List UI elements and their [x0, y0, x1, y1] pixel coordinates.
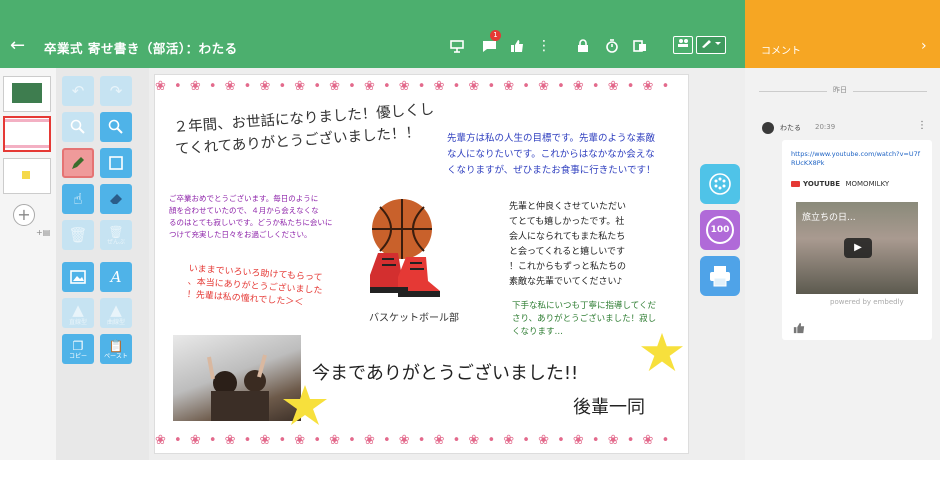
- delete-all-caption: ぜんぶ: [106, 238, 125, 246]
- print-icon[interactable]: [700, 256, 740, 296]
- select-area-icon[interactable]: [100, 148, 132, 178]
- message-3[interactable]: ご卒業おめでとうございます。毎日のように 顔を合わせていたので、４月から会えなく…: [169, 193, 332, 241]
- page-thumbnail-2[interactable]: [3, 116, 51, 152]
- paste-caption: ペースト: [104, 352, 128, 360]
- comment-card: https://www.youtube.com/watch?v=U7fRUcKX…: [782, 140, 932, 340]
- comment-icon[interactable]: 1: [478, 30, 501, 56]
- text-tool-icon[interactable]: A: [100, 262, 132, 292]
- signature[interactable]: 後輩一同: [573, 393, 645, 419]
- template-icon[interactable]: [700, 164, 740, 204]
- floral-border-bottom: ❀ • ❀ • ❀ • ❀ • ❀ • ❀ • ❀ • ❀ • ❀ • ❀ • …: [155, 433, 672, 448]
- comment-date: 昨日: [827, 85, 853, 95]
- floral-border-top: ❀ • ❀ • ❀ • ❀ • ❀ • ❀ • ❀ • ❀ • ❀ • ❀ • …: [155, 79, 672, 94]
- comment-menu-icon[interactable]: ⋮: [917, 120, 927, 131]
- page-thumbnail-3[interactable]: [3, 158, 51, 194]
- basketball-shoes-image[interactable]: [368, 195, 442, 305]
- users-mode-icon[interactable]: [673, 36, 693, 54]
- video-title: 旅立ちの日...: [802, 213, 856, 223]
- message-1[interactable]: ２年間、お世話になりました！優しくし てくれてありがとうございました！！: [173, 99, 436, 161]
- youtube-label: YOUTUBE MOMOMILKY: [791, 180, 889, 188]
- youtube-logo-icon: [791, 181, 800, 187]
- powered-by: powered by embedly: [830, 298, 904, 306]
- tool-palette: ↶ ↷ ☝ 🗑 🗑 ぜんぶ A ▲ 直線型 ▲ 曲線型 ❐ コピー 📋 ペースト: [56, 68, 149, 460]
- comment-header-label: コメント: [761, 46, 801, 57]
- comment-panel-header: コメント ›: [745, 0, 940, 68]
- image-icon[interactable]: [62, 262, 94, 292]
- lock-icon[interactable]: [572, 36, 594, 56]
- video-embed[interactable]: 旅立ちの日... ▶: [796, 202, 918, 294]
- card-title: 卒業式 寄せ書き（部活）：わたる: [44, 41, 238, 56]
- zoom-in-icon[interactable]: [100, 112, 132, 142]
- star-sticker-right[interactable]: [639, 331, 685, 373]
- pen-mode-dropdown[interactable]: [696, 36, 726, 54]
- card-canvas[interactable]: ❀ • ❀ • ❀ • ❀ • ❀ • ❀ • ❀ • ❀ • ❀ • ❀ • …: [154, 74, 689, 454]
- add-page-button[interactable]: +: [13, 204, 35, 226]
- youtube-label-text: YOUTUBE: [803, 180, 841, 188]
- copy-caption: コピー: [68, 352, 87, 360]
- paste-button[interactable]: 📋 ペースト: [100, 334, 132, 364]
- page-thumbnails: + +▤: [0, 68, 56, 460]
- delete-all-button[interactable]: 🗑 ぜんぶ: [100, 220, 132, 250]
- club-caption[interactable]: バスケットボール部: [369, 309, 459, 324]
- export-icon[interactable]: [629, 36, 651, 56]
- canvas-area: ❀ • ❀ • ❀ • ❀ • ❀ • ❀ • ❀ • ❀ • ❀ • ❀ • …: [149, 68, 745, 460]
- app-root: ← 卒業式 寄せ書き（部活）：わたる 1 ⋮ コメント › + +▤ ↶ ↷ ☝…: [0, 0, 940, 494]
- comment-link[interactable]: https://www.youtube.com/watch?v=U7fRUcKX…: [791, 150, 923, 168]
- message-5[interactable]: 先輩と仲良くさせていただい てとても嬉しかったです。社 会人になられてもまた私た…: [509, 200, 626, 290]
- thanks-message[interactable]: 今までありがとうございました!!: [312, 359, 578, 385]
- like-icon[interactable]: [506, 36, 528, 56]
- undo-icon[interactable]: ↶: [62, 76, 94, 106]
- eraser-icon[interactable]: [100, 184, 132, 214]
- redo-icon[interactable]: ↷: [100, 76, 132, 106]
- score-label: 100: [706, 216, 734, 244]
- view-mode-group: [673, 36, 726, 56]
- add-page-options-icon[interactable]: +▤: [36, 228, 50, 237]
- page-thumbnail-1[interactable]: [3, 76, 51, 112]
- score-button[interactable]: 100: [700, 210, 740, 250]
- curve-shape-button[interactable]: ▲ 曲線型: [100, 298, 132, 328]
- present-icon[interactable]: [446, 36, 468, 56]
- message-4[interactable]: いままでいろいろ助けてもらって 、本当にありがとうございました ！先輩は私の憧れ…: [186, 263, 323, 311]
- copy-button[interactable]: ❐ コピー: [62, 334, 94, 364]
- youtube-channel: MOMOMILKY: [845, 180, 890, 188]
- straight-shape-caption: 直線型: [68, 318, 87, 326]
- more-icon[interactable]: ⋮: [533, 36, 555, 56]
- hand-pointer-icon[interactable]: ☝: [62, 184, 94, 214]
- comment-like-icon[interactable]: [793, 322, 805, 337]
- notification-badge: 1: [490, 30, 501, 41]
- comment-time: 20:39: [815, 123, 836, 131]
- comment-panel: 昨日 わたる 20:39 ⋮ https://www.youtube.com/w…: [745, 68, 940, 460]
- pen-tool-icon[interactable]: [62, 148, 94, 178]
- collapse-panel-icon[interactable]: ›: [921, 38, 927, 54]
- message-6[interactable]: 下手な私にいつも丁寧に指導してくだ さり、ありがとうございました！寂し くなりま…: [512, 300, 656, 339]
- curve-shape-caption: 曲線型: [106, 318, 125, 326]
- zoom-out-icon[interactable]: [62, 112, 94, 142]
- back-arrow-icon[interactable]: ←: [10, 37, 25, 55]
- top-bar: ← 卒業式 寄せ書き（部活）：わたる 1 ⋮: [0, 0, 745, 68]
- comment-user: わたる: [780, 124, 801, 132]
- star-sticker-left[interactable]: [281, 383, 329, 427]
- play-icon[interactable]: ▶: [844, 238, 872, 258]
- message-2[interactable]: 先輩方は私の人生の目標です。先輩のような素敵 な人になりたいです。これからはなか…: [447, 131, 656, 179]
- avatar: [762, 122, 774, 134]
- straight-shape-button[interactable]: ▲ 直線型: [62, 298, 94, 328]
- timer-icon[interactable]: [601, 36, 623, 56]
- trash-icon[interactable]: 🗑: [62, 220, 94, 250]
